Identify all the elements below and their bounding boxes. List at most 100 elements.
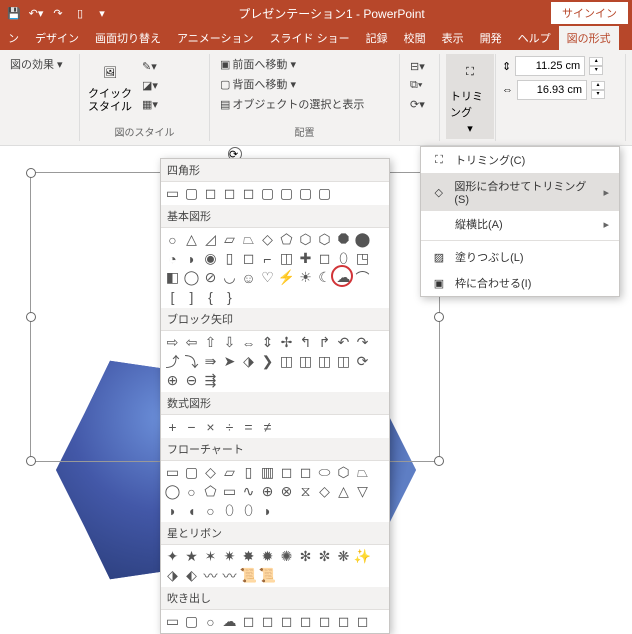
shape-card[interactable]: ▭ xyxy=(220,482,239,501)
shape-multidoc[interactable]: ◻ xyxy=(296,463,315,482)
shape-plus[interactable]: + xyxy=(163,417,182,436)
shape-delay[interactable]: ◖ xyxy=(182,501,201,520)
tab-animations[interactable]: アニメーション xyxy=(169,26,262,50)
resize-handle[interactable] xyxy=(26,168,36,178)
shape-arrow-m1[interactable]: ⊕ xyxy=(163,371,182,390)
shape-arrow-quad[interactable]: ✢ xyxy=(277,333,296,352)
width-spinner[interactable]: ▴▾ xyxy=(591,81,605,99)
bring-forward-button[interactable]: ▣前面へ移動 ▾ xyxy=(216,54,393,74)
shape-equal[interactable]: = xyxy=(239,417,258,436)
resize-handle[interactable] xyxy=(26,456,36,466)
shape-heart[interactable]: ♡ xyxy=(258,268,277,287)
shape-cube[interactable]: ◳ xyxy=(353,249,372,268)
shape-brace2[interactable]: } xyxy=(220,287,239,306)
shape-stored[interactable]: ◗ xyxy=(163,501,182,520)
shape-rounded-rect[interactable]: ▢ xyxy=(182,184,201,203)
qat-more-icon[interactable]: ▾ xyxy=(92,3,112,23)
shape-plaque[interactable]: ◻ xyxy=(315,249,334,268)
shape-preparation[interactable]: ⬡ xyxy=(334,463,353,482)
shape-snip-rect3[interactable]: ◻ xyxy=(239,184,258,203)
shape-arrow-up[interactable]: ⇧ xyxy=(201,333,220,352)
shape-altprocess[interactable]: ▢ xyxy=(182,463,201,482)
shape-oval[interactable]: ○ xyxy=(163,230,182,249)
shape-arrow-down[interactable]: ⇩ xyxy=(220,333,239,352)
shape-arrow-callout4[interactable]: ◫ xyxy=(334,352,353,371)
selection-pane-button[interactable]: ▤オブジェクトの選択と表示 xyxy=(216,94,393,114)
tab-help[interactable]: ヘルプ xyxy=(510,26,559,50)
shape-minus[interactable]: − xyxy=(182,417,201,436)
start-slideshow-icon[interactable]: ▯ xyxy=(70,3,90,23)
shape-arrow-luturn[interactable]: ↷ xyxy=(353,333,372,352)
tab-picture-format[interactable]: 図の形式 xyxy=(559,26,619,50)
shape-callout-line2[interactable]: ◻ xyxy=(258,612,277,631)
tab-record[interactable]: 記録 xyxy=(358,26,396,50)
quick-styles-button[interactable]: 🖼 クイック スタイル xyxy=(86,54,134,126)
width-field[interactable] xyxy=(517,80,587,100)
tab-home-partial[interactable]: ン xyxy=(0,26,27,50)
shape-round-rect3[interactable]: ▢ xyxy=(277,184,296,203)
shape-arrow-pentagon[interactable]: ⬗ xyxy=(239,352,258,371)
shape-hexagon[interactable]: ⬡ xyxy=(296,230,315,249)
shape-arrow-uturn[interactable]: ↶ xyxy=(334,333,353,352)
shape-arrow-callout[interactable]: ◫ xyxy=(277,352,296,371)
shape-star10[interactable]: ✹ xyxy=(258,547,277,566)
shape-terminator[interactable]: ⬭ xyxy=(315,463,334,482)
tab-review[interactable]: 校閲 xyxy=(396,26,434,50)
shape-star7[interactable]: ✷ xyxy=(220,547,239,566)
shape-extract[interactable]: △ xyxy=(334,482,353,501)
shape-divide[interactable]: ÷ xyxy=(220,417,239,436)
undo-icon[interactable]: ↶▾ xyxy=(26,3,46,23)
tab-developer[interactable]: 開発 xyxy=(472,26,510,50)
shape-sumj[interactable]: ⊕ xyxy=(258,482,277,501)
shape-manual[interactable]: ⏢ xyxy=(353,463,372,482)
shape-donut[interactable]: ◯ xyxy=(182,268,201,287)
shape-diraccess[interactable]: ⬯ xyxy=(239,501,258,520)
shape-document[interactable]: ◻ xyxy=(277,463,296,482)
shape-triangle[interactable]: △ xyxy=(182,230,201,249)
shape-arrow-callout3[interactable]: ◫ xyxy=(315,352,334,371)
shape-frame[interactable]: ▯ xyxy=(220,249,239,268)
shape-arc[interactable]: ⌒ xyxy=(353,268,372,287)
fill-menuitem[interactable]: ▨塗りつぶし(L) xyxy=(421,244,619,270)
tab-design[interactable]: デザイン xyxy=(27,26,87,50)
resize-handle[interactable] xyxy=(434,312,444,322)
shape-blockArc[interactable]: ◡ xyxy=(220,268,239,287)
fit-menuitem[interactable]: ▣枠に合わせる(I) xyxy=(421,270,619,296)
shape-collate[interactable]: ⧖ xyxy=(296,482,315,501)
shape-lightning[interactable]: ⚡ xyxy=(277,268,296,287)
shape-arrow-chevron[interactable]: ❯ xyxy=(258,352,277,371)
shape-arrow-callout2[interactable]: ◫ xyxy=(296,352,315,371)
shape-internal[interactable]: ▥ xyxy=(258,463,277,482)
shape-star16[interactable]: ✻ xyxy=(296,547,315,566)
shape-ribbon2[interactable]: ⬖ xyxy=(182,566,201,585)
shape-offpage[interactable]: ⬠ xyxy=(201,482,220,501)
shape-star32[interactable]: ❋ xyxy=(334,547,353,566)
shape-arrow-curved[interactable]: ⤵ xyxy=(182,352,201,371)
shape-sun[interactable]: ☀ xyxy=(296,268,315,287)
shape-snip-rect[interactable]: ◻ xyxy=(201,184,220,203)
crop-button[interactable]: ⛶ トリミング ▾ xyxy=(446,54,494,139)
shape-explosion[interactable]: ✨ xyxy=(353,547,372,566)
shape-round-rect5[interactable]: ▢ xyxy=(315,184,334,203)
shape-scroll-v[interactable]: 📜 xyxy=(239,566,258,585)
shape-arrow-m3[interactable]: ⇶ xyxy=(201,371,220,390)
shape-noSymbol[interactable]: ⊘ xyxy=(201,268,220,287)
crop-menuitem[interactable]: ⛶トリミング(C) xyxy=(421,147,619,173)
shape-parallelogram[interactable]: ▱ xyxy=(220,230,239,249)
send-backward-button[interactable]: ▢背面へ移動 ▾ xyxy=(216,74,393,94)
shape-star8[interactable]: ✸ xyxy=(239,547,258,566)
shape-rectangle[interactable]: ▭ xyxy=(163,184,182,203)
shape-multiply[interactable]: × xyxy=(201,417,220,436)
shape-callout-accent2[interactable]: ◻ xyxy=(334,612,353,631)
shape-ribbon[interactable]: ⬗ xyxy=(163,566,182,585)
signin-button[interactable]: サインイン xyxy=(551,2,628,24)
shape-octagon[interactable]: ⯃ xyxy=(334,230,353,249)
shape-or[interactable]: ⊗ xyxy=(277,482,296,501)
shape-star4[interactable]: ✦ xyxy=(163,547,182,566)
shape-callout-line[interactable]: ◻ xyxy=(239,612,258,631)
shape-rtriangle[interactable]: ◿ xyxy=(201,230,220,249)
shape-arrow-bent[interactable]: ↰ xyxy=(296,333,315,352)
picture-effects-button[interactable]: 図の効果 ▾ xyxy=(6,54,73,74)
shape-heptagon[interactable]: ⬡ xyxy=(315,230,334,249)
shape-magdisk[interactable]: ⬯ xyxy=(220,501,239,520)
